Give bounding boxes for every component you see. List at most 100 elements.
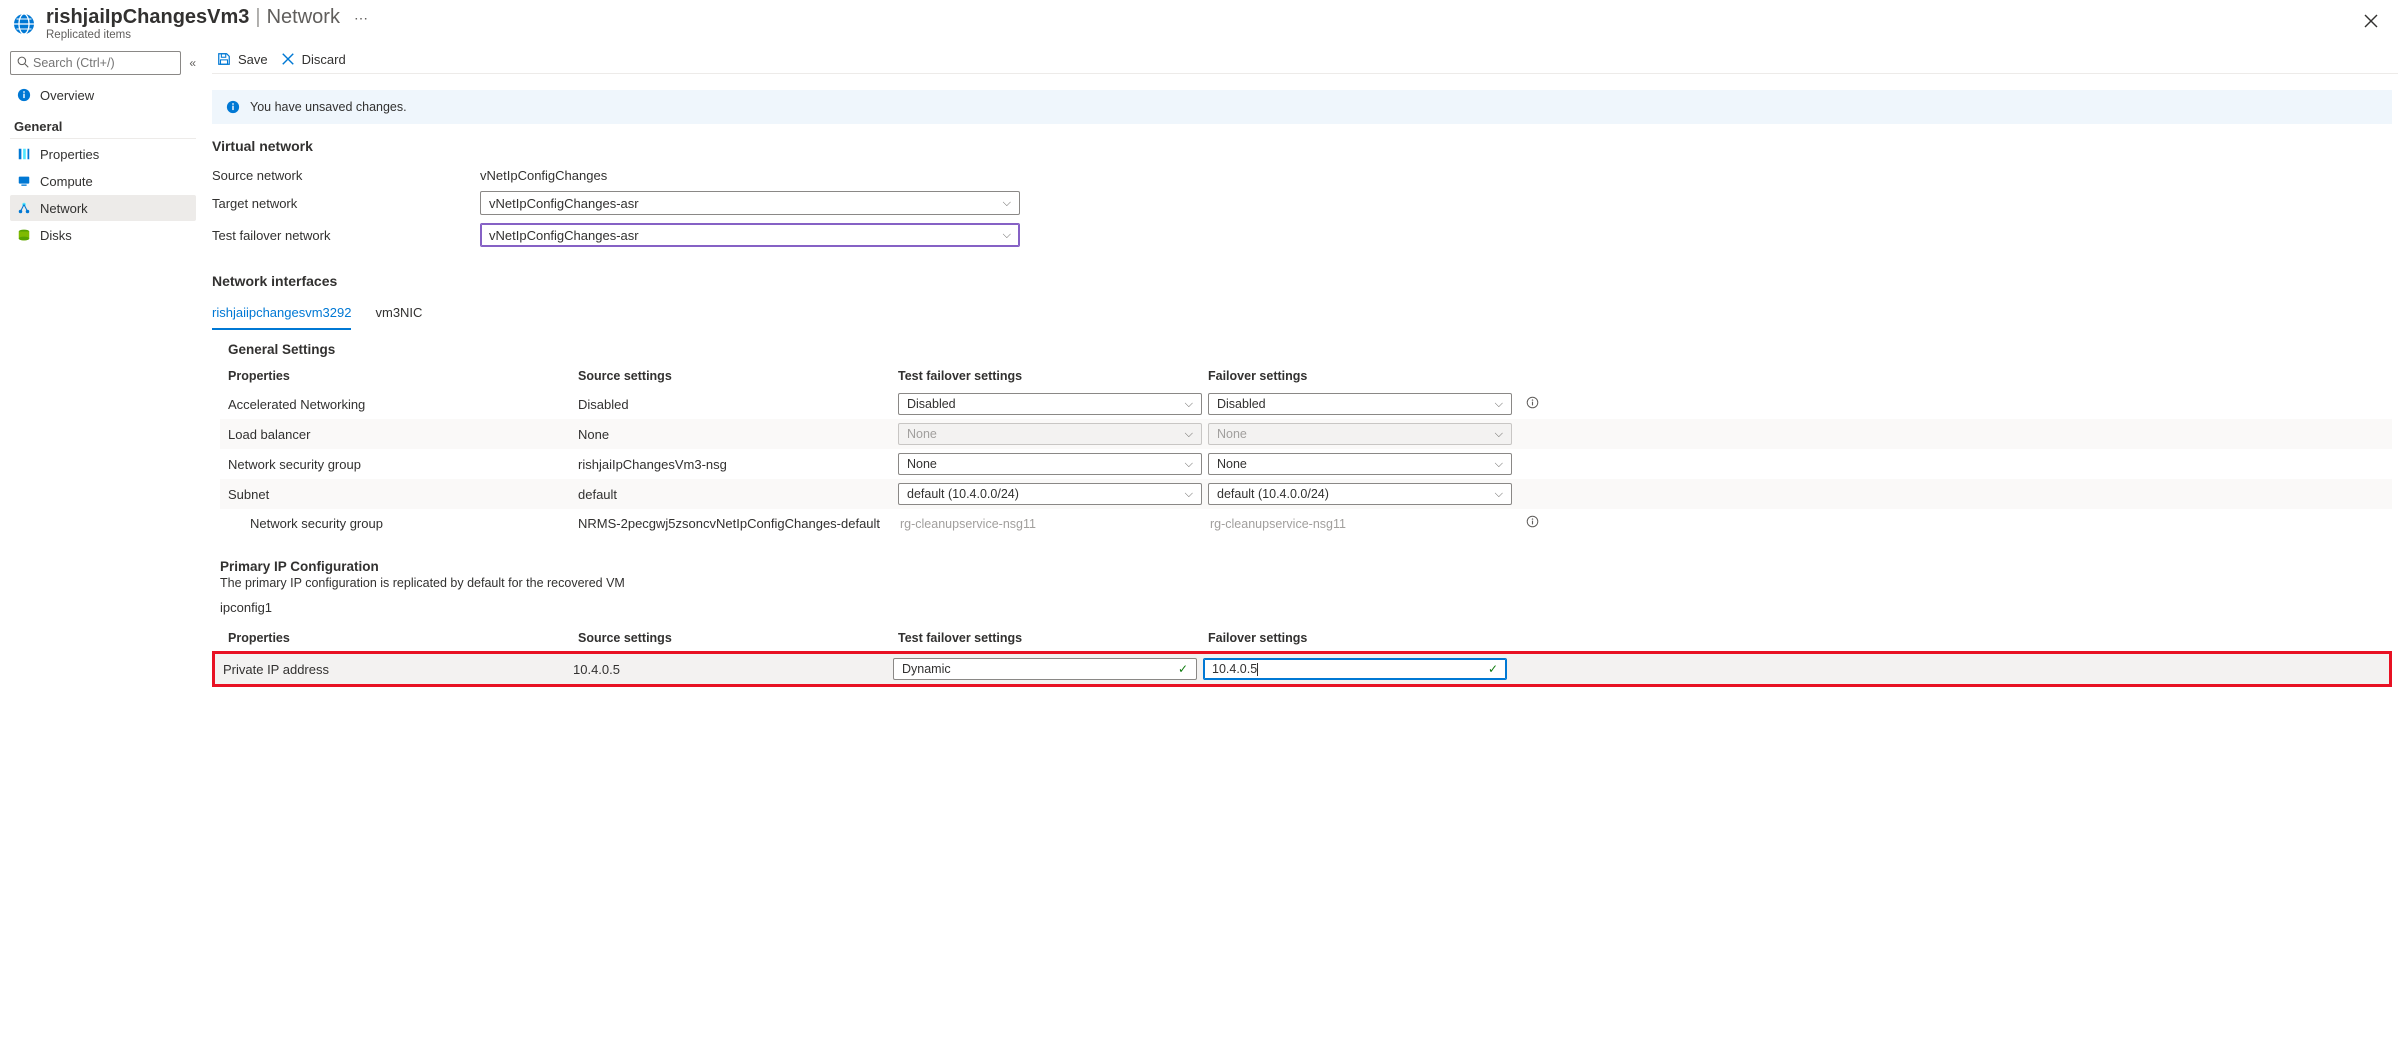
cell-label: Accelerated Networking bbox=[228, 397, 578, 412]
subnet-test-dropdown[interactable]: default (10.4.0.0/24)⌵ bbox=[898, 483, 1202, 505]
chevron-down-icon: ⌵ bbox=[1185, 458, 1193, 471]
test-failover-network-dropdown[interactable]: vNetIpConfigChanges-asr ⌵ bbox=[480, 223, 1020, 247]
cell-label: Network security group bbox=[228, 457, 578, 472]
ip-grid-header: Properties Source settings Test failover… bbox=[220, 625, 2398, 651]
page-header: rishjaiIpChangesVm3 | Network ⋯ Replicat… bbox=[0, 0, 2398, 43]
info-icon[interactable] bbox=[1526, 396, 1539, 412]
source-network-value: vNetIpConfigChanges bbox=[480, 168, 607, 183]
row-subnet-nsg: Network security group NRMS-2pecgwj5zson… bbox=[220, 509, 2392, 537]
input-value: 10.4.0.5 bbox=[1212, 662, 1257, 676]
sidebar-item-label: Compute bbox=[40, 174, 93, 189]
sidebar-item-overview[interactable]: Overview bbox=[10, 82, 196, 108]
target-network-dropdown[interactable]: vNetIpConfigChanges-asr ⌵ bbox=[480, 191, 1020, 215]
nic-tab-1[interactable]: rishjaiipchangesvm3292 bbox=[212, 299, 351, 330]
subnsg-test-value: rg-cleanupservice-nsg11 bbox=[898, 517, 1036, 531]
more-dots-icon[interactable]: ⋯ bbox=[354, 10, 368, 27]
primary-ip-section: Primary IP Configuration The primary IP … bbox=[220, 559, 2398, 651]
save-button[interactable]: Save bbox=[216, 51, 268, 67]
sidebar-item-network[interactable]: Network bbox=[10, 195, 196, 221]
sidebar-item-properties[interactable]: Properties bbox=[10, 141, 196, 167]
page-title: rishjaiIpChangesVm3 bbox=[46, 6, 249, 29]
grid-header: Properties Source settings Test failover… bbox=[220, 363, 2392, 389]
discard-button[interactable]: Discard bbox=[280, 51, 346, 67]
highlight-private-ip: Private IP address 10.4.0.5 Dynamic ✓ 10… bbox=[212, 651, 2392, 687]
row-load-balancer: Load balancer None None⌵ None⌵ bbox=[220, 419, 2392, 449]
chevron-down-icon: ⌵ bbox=[1495, 398, 1503, 411]
sidebar-item-compute[interactable]: Compute bbox=[10, 168, 196, 194]
properties-icon bbox=[16, 146, 32, 162]
subnsg-fail-value: rg-cleanupservice-nsg11 bbox=[1208, 517, 1346, 531]
private-ip-test-input[interactable]: Dynamic ✓ bbox=[893, 658, 1197, 680]
nic-tab-2[interactable]: vm3NIC bbox=[375, 299, 422, 330]
content-area: Save Discard You have unsaved changes. V… bbox=[200, 43, 2398, 687]
sidebar-item-label: Properties bbox=[40, 147, 99, 162]
search-icon bbox=[17, 56, 29, 71]
chevron-down-icon: ⌵ bbox=[1495, 428, 1503, 441]
target-network-label: Target network bbox=[212, 196, 480, 211]
chevron-down-icon: ⌵ bbox=[1003, 229, 1011, 242]
source-network-label: Source network bbox=[212, 168, 480, 183]
chevron-down-icon: ⌵ bbox=[1495, 488, 1503, 501]
lb-test-dropdown: None⌵ bbox=[898, 423, 1202, 445]
chevron-down-icon: ⌵ bbox=[1495, 458, 1503, 471]
private-ip-label: Private IP address bbox=[223, 662, 573, 677]
unsaved-text: You have unsaved changes. bbox=[250, 100, 407, 114]
save-label: Save bbox=[238, 52, 268, 67]
chevron-down-icon: ⌵ bbox=[1003, 197, 1011, 210]
cell-label: Network security group bbox=[228, 516, 578, 531]
cell-source: rishjaiIpChangesVm3-nsg bbox=[578, 457, 898, 472]
sidebar-group-general: General bbox=[10, 109, 196, 139]
collapse-sidebar-icon[interactable]: « bbox=[189, 56, 196, 70]
search-field[interactable] bbox=[33, 56, 174, 70]
subnet-fail-dropdown[interactable]: default (10.4.0.0/24)⌵ bbox=[1208, 483, 1512, 505]
check-icon: ✓ bbox=[1488, 662, 1498, 676]
accnet-test-dropdown[interactable]: Disabled⌵ bbox=[898, 393, 1202, 415]
discard-label: Discard bbox=[302, 52, 346, 67]
page-section: Network bbox=[267, 6, 340, 29]
info-icon bbox=[226, 100, 240, 114]
sidebar: « Overview General Properties Compute bbox=[0, 43, 200, 687]
save-icon bbox=[216, 51, 232, 67]
col-source: Source settings bbox=[578, 369, 898, 383]
title-separator: | bbox=[255, 6, 260, 29]
chevron-down-icon: ⌵ bbox=[1185, 488, 1193, 501]
check-icon: ✓ bbox=[1178, 662, 1188, 676]
search-input[interactable] bbox=[10, 51, 181, 75]
col-properties: Properties bbox=[228, 631, 578, 645]
row-nsg: Network security group rishjaiIpChangesV… bbox=[220, 449, 2392, 479]
general-settings-title: General Settings bbox=[228, 342, 2398, 357]
network-interfaces-title: Network interfaces bbox=[212, 273, 2398, 289]
dropdown-value: vNetIpConfigChanges-asr bbox=[489, 228, 639, 243]
close-icon[interactable] bbox=[2360, 10, 2382, 37]
cell-source: Disabled bbox=[578, 397, 898, 412]
sidebar-item-label: Overview bbox=[40, 88, 94, 103]
sidebar-item-disks[interactable]: Disks bbox=[10, 222, 196, 248]
col-failover: Failover settings bbox=[1208, 631, 1518, 645]
col-test-failover: Test failover settings bbox=[898, 369, 1208, 383]
chevron-down-icon: ⌵ bbox=[1185, 428, 1193, 441]
private-ip-failover-input[interactable]: 10.4.0.5 ✓ bbox=[1203, 658, 1507, 680]
accnet-fail-dropdown[interactable]: Disabled⌵ bbox=[1208, 393, 1512, 415]
test-failover-network-label: Test failover network bbox=[212, 228, 480, 243]
network-icon bbox=[16, 200, 32, 216]
private-ip-source: 10.4.0.5 bbox=[573, 662, 893, 677]
chevron-down-icon: ⌵ bbox=[1185, 398, 1193, 411]
info-icon[interactable] bbox=[1526, 515, 1539, 531]
general-settings-grid: Properties Source settings Test failover… bbox=[220, 363, 2392, 537]
nsg-test-dropdown[interactable]: None⌵ bbox=[898, 453, 1202, 475]
cell-label: Subnet bbox=[228, 487, 578, 502]
lb-fail-dropdown: None⌵ bbox=[1208, 423, 1512, 445]
ipconfig-name: ipconfig1 bbox=[220, 600, 2398, 615]
input-value: Dynamic bbox=[902, 662, 951, 676]
col-test-failover: Test failover settings bbox=[898, 631, 1208, 645]
sidebar-item-label: Disks bbox=[40, 228, 72, 243]
primary-ip-desc: The primary IP configuration is replicat… bbox=[220, 576, 2398, 590]
text-cursor bbox=[1257, 663, 1258, 676]
breadcrumb: Replicated items bbox=[46, 29, 368, 41]
dropdown-value: vNetIpConfigChanges-asr bbox=[489, 196, 639, 211]
cell-source: None bbox=[578, 427, 898, 442]
nic-tabs: rishjaiipchangesvm3292 vm3NIC bbox=[212, 299, 2398, 330]
nsg-fail-dropdown[interactable]: None⌵ bbox=[1208, 453, 1512, 475]
virtual-network-title: Virtual network bbox=[212, 138, 2398, 154]
compute-icon bbox=[16, 173, 32, 189]
